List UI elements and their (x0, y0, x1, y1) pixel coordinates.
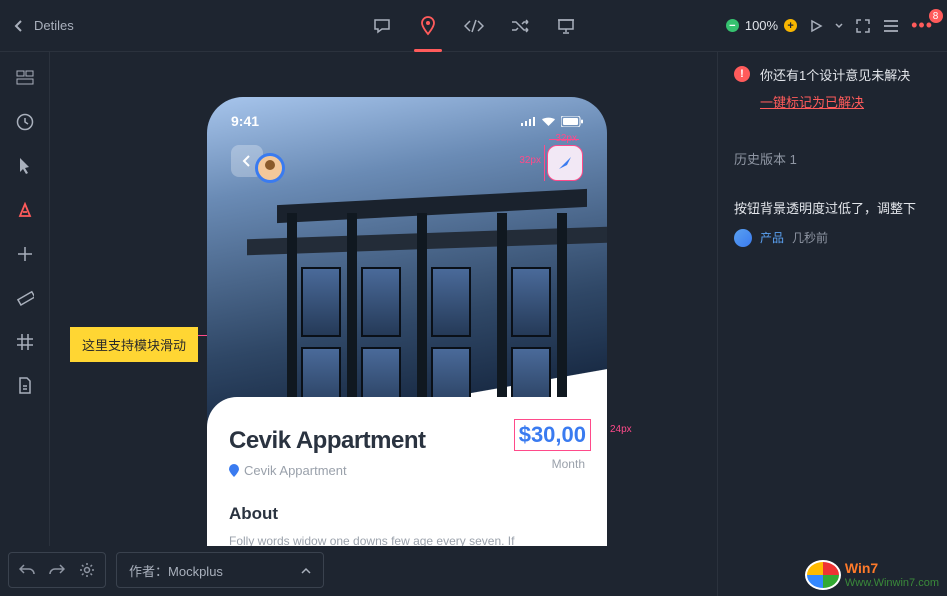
top-left: Detiles (14, 18, 74, 33)
breadcrumb-title[interactable]: Detiles (34, 18, 74, 33)
status-time: 9:41 (231, 113, 259, 129)
menu-icon[interactable] (883, 19, 899, 33)
left-toolbar (0, 52, 50, 546)
price-period: Month (552, 457, 585, 471)
text-annotation-icon[interactable] (15, 200, 35, 220)
status-bar: 9:41 (231, 113, 583, 129)
redo-icon[interactable] (49, 563, 65, 577)
add-icon[interactable] (15, 244, 35, 264)
alert-text: 你还有1个设计意见未解决 (760, 66, 910, 86)
price-value: $30,00 (519, 422, 586, 448)
resolve-link[interactable]: 一键标记为已解决 (760, 92, 931, 111)
alert-row: ! 你还有1个设计意见未解决 (734, 66, 931, 86)
battery-icon (561, 116, 583, 127)
about-heading: About (229, 504, 585, 524)
presentation-icon[interactable] (556, 16, 576, 36)
user-avatar[interactable] (255, 153, 285, 183)
pin-icon[interactable] (418, 16, 438, 36)
author-label: 作者：Mockplus (129, 561, 223, 580)
watermark: Win7 Www.Winwin7.com (805, 560, 939, 590)
watermark-logo-icon (805, 560, 841, 590)
chevron-up-icon[interactable] (301, 567, 311, 574)
location-pin-icon (229, 464, 239, 477)
annotation-line (549, 139, 579, 140)
comment-time: 几秒前 (792, 229, 828, 246)
watermark-line1: Win7 (845, 561, 939, 576)
comment-block[interactable]: 按钮背景透明度过低了，调整下 产品 几秒前 (734, 198, 931, 247)
canvas[interactable]: 这里支持模块滑动 32px 24px 270px 9:41 (50, 52, 717, 546)
watermark-text: Win7 Www.Winwin7.com (845, 561, 939, 588)
location-text: Cevik Appartment (244, 463, 347, 478)
play-icon[interactable] (809, 19, 823, 33)
history-heading[interactable]: 历史版本 1 (734, 149, 931, 168)
zoom-control[interactable]: − 100% + (726, 18, 797, 33)
alert-icon: ! (734, 66, 750, 82)
document-icon[interactable] (15, 376, 35, 396)
annotation-line (544, 145, 545, 181)
layers-icon[interactable] (15, 68, 35, 88)
comment-icon[interactable] (372, 16, 392, 36)
gear-icon[interactable] (79, 562, 95, 578)
comment-user: 产品 (760, 229, 784, 246)
back-chevron-icon[interactable] (14, 19, 24, 33)
signal-icon (520, 116, 536, 127)
annotation-callout[interactable]: 这里支持模块滑动 (70, 327, 198, 362)
more-icon[interactable]: •••8 (911, 15, 933, 36)
comment-meta: 产品 几秒前 (734, 229, 931, 247)
zoom-out-icon[interactable]: − (726, 19, 739, 32)
bottom-bar: 作者：Mockplus (8, 552, 324, 588)
comment-text: 按钮背景透明度过低了，调整下 (734, 198, 931, 217)
status-icons (520, 113, 583, 129)
property-card: Cevik Appartment Cevik Appartment $30,00… (207, 397, 607, 546)
wifi-icon (541, 116, 556, 127)
fullscreen-icon[interactable] (855, 18, 871, 34)
pointer-icon[interactable] (15, 156, 35, 176)
about-text: Folly words widow one downs few age ever… (229, 532, 585, 546)
shuffle-icon[interactable] (510, 16, 530, 36)
watermark-line2: Www.Winwin7.com (845, 577, 939, 589)
dim-label-32b: 32px (519, 155, 541, 166)
chevron-down-icon[interactable] (835, 23, 843, 29)
zoom-in-icon[interactable]: + (784, 19, 797, 32)
history-controls (8, 552, 106, 588)
undo-icon[interactable] (19, 563, 35, 577)
top-center-tools (372, 16, 576, 36)
compass-button[interactable] (547, 145, 583, 181)
history-icon[interactable] (15, 112, 35, 132)
price-box: $30,00 (514, 419, 591, 451)
zoom-value: 100% (745, 18, 778, 33)
card-location: Cevik Appartment (229, 463, 585, 478)
right-panel: ! 你还有1个设计意见未解决 一键标记为已解决 历史版本 1 按钮背景透明度过低… (717, 52, 947, 596)
code-icon[interactable] (464, 16, 484, 36)
ruler-icon[interactable] (15, 288, 35, 308)
comment-avatar (734, 229, 752, 247)
device-mockup: 9:41 32px 32px Cevik Appartment Cevik Ap… (207, 97, 607, 546)
notification-badge: 8 (929, 9, 943, 23)
dim-label-24: 24px (610, 424, 632, 435)
top-right: − 100% + •••8 (726, 15, 933, 36)
top-bar: Detiles − 100% + •••8 (0, 0, 947, 52)
grid-icon[interactable] (15, 332, 35, 352)
author-box[interactable]: 作者：Mockplus (116, 552, 324, 588)
